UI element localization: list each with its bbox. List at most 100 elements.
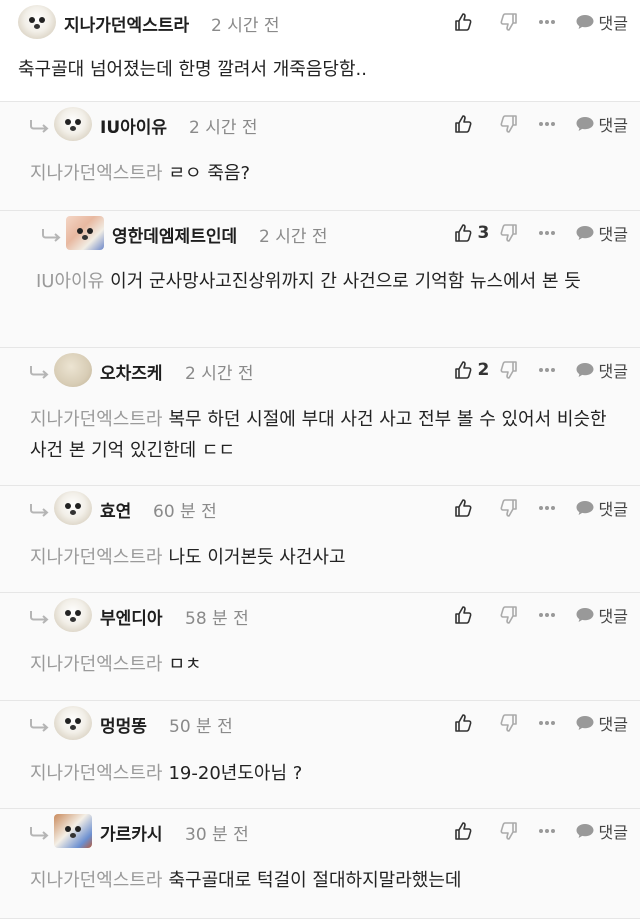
author-name[interactable]: 효연 bbox=[100, 497, 131, 522]
thumbs-down-icon bbox=[499, 498, 519, 518]
reply-label: 댓글 bbox=[598, 116, 628, 135]
avatar[interactable] bbox=[66, 216, 104, 250]
timestamp: 2 시간 전 bbox=[259, 227, 328, 247]
more-dots-icon bbox=[537, 719, 557, 727]
avatar[interactable] bbox=[18, 5, 56, 39]
mention-tag[interactable]: 지나가던엑스트라 bbox=[30, 870, 162, 891]
like-button[interactable] bbox=[453, 114, 499, 134]
comment-item: 멍멍똥 50 분 전 댓글 지나가던엑스트라 19-20년도아님 ? bbox=[0, 701, 640, 809]
reply-button[interactable]: 댓글 bbox=[575, 819, 628, 843]
thumbs-down-icon bbox=[499, 360, 519, 380]
comment-text: 축구골대로 턱걸이 절대하지말라했는데 bbox=[168, 870, 462, 891]
mention-tag[interactable]: 지나가던엑스트라 bbox=[30, 163, 162, 184]
more-button[interactable] bbox=[537, 366, 575, 374]
avatar[interactable] bbox=[54, 353, 92, 387]
more-button[interactable] bbox=[537, 18, 575, 26]
more-dots-icon bbox=[537, 120, 557, 128]
avatar[interactable] bbox=[54, 814, 92, 848]
thumbs-down-icon bbox=[499, 713, 519, 733]
reply-button[interactable]: 댓글 bbox=[575, 496, 628, 520]
comment-header: 효연 60 분 전 댓글 bbox=[0, 486, 640, 530]
like-button[interactable]: 2 bbox=[453, 360, 499, 380]
comment-actions: 댓글 bbox=[453, 701, 628, 745]
reply-button[interactable]: 댓글 bbox=[575, 711, 628, 735]
reply-arrow-icon bbox=[28, 610, 50, 624]
more-dots-icon bbox=[537, 229, 557, 237]
more-button[interactable] bbox=[537, 229, 575, 237]
comment-header: IU아이유 2 시간 전 댓글 bbox=[0, 102, 640, 146]
comment-actions: 2 댓글 bbox=[453, 348, 628, 392]
comment-body: 지나가던엑스트라 축구골대로 턱걸이 절대하지말라했는데 bbox=[30, 865, 604, 896]
like-button[interactable]: 3 bbox=[453, 223, 499, 243]
speech-bubble-icon bbox=[575, 115, 595, 133]
like-button[interactable] bbox=[453, 605, 499, 625]
like-button[interactable] bbox=[453, 713, 499, 733]
more-button[interactable] bbox=[537, 611, 575, 619]
thumbs-up-icon bbox=[453, 12, 473, 32]
reply-label: 댓글 bbox=[598, 225, 628, 244]
thumbs-down-icon bbox=[499, 114, 519, 134]
author-name[interactable]: 부엔디아 bbox=[100, 604, 163, 629]
author-name[interactable]: 영한데엠제트인데 bbox=[112, 222, 237, 247]
comment-item: 효연 60 분 전 댓글 지나가던엑스트라 나도 이거본듯 사건사고 bbox=[0, 486, 640, 593]
more-dots-icon bbox=[537, 18, 557, 26]
mention-tag[interactable]: IU아이유 bbox=[36, 271, 104, 292]
reply-button[interactable]: 댓글 bbox=[575, 10, 628, 34]
thumbs-down-icon bbox=[499, 223, 519, 243]
mention-tag[interactable]: 지나가던엑스트라 bbox=[30, 763, 162, 784]
like-count: 3 bbox=[477, 223, 490, 243]
dislike-button[interactable] bbox=[499, 605, 537, 625]
avatar[interactable] bbox=[54, 706, 92, 740]
comment-item: 가르카시 30 분 전 댓글 지나가던엑스트라 축구골대로 턱걸이 절대하지말라… bbox=[0, 809, 640, 919]
more-button[interactable] bbox=[537, 827, 575, 835]
more-button[interactable] bbox=[537, 719, 575, 727]
author-name[interactable]: 가르카시 bbox=[100, 820, 163, 845]
thumbs-up-icon bbox=[453, 498, 473, 518]
speech-bubble-icon bbox=[575, 606, 595, 624]
comment-body: 지나가던엑스트라 19-20년도아님 ? bbox=[30, 758, 604, 789]
reply-button[interactable]: 댓글 bbox=[575, 221, 628, 245]
comment-body: 지나가던엑스트라 나도 이거본듯 사건사고 bbox=[30, 542, 604, 573]
author-name[interactable]: 지나가던엑스트라 bbox=[64, 11, 189, 36]
like-button[interactable] bbox=[453, 498, 499, 518]
avatar[interactable] bbox=[54, 107, 92, 141]
mention-tag[interactable]: 지나가던엑스트라 bbox=[30, 547, 162, 568]
comment-item: 오차즈케 2 시간 전 2 댓글 지나가던엑스트라 복무 하던 시절에 부대 사… bbox=[0, 348, 640, 486]
mention-tag[interactable]: 지나가던엑스트라 bbox=[30, 654, 162, 675]
dislike-button[interactable] bbox=[499, 713, 537, 733]
reply-arrow-icon bbox=[28, 718, 50, 732]
reply-button[interactable]: 댓글 bbox=[575, 112, 628, 136]
dislike-button[interactable] bbox=[499, 114, 537, 134]
comment-header: 부엔디아 58 분 전 댓글 bbox=[0, 593, 640, 637]
dislike-button[interactable] bbox=[499, 821, 537, 841]
reply-label: 댓글 bbox=[598, 607, 628, 626]
thumbs-up-icon bbox=[453, 821, 473, 841]
comment-actions: 댓글 bbox=[453, 809, 628, 853]
dislike-button[interactable] bbox=[499, 360, 537, 380]
more-button[interactable] bbox=[537, 120, 575, 128]
more-dots-icon bbox=[537, 504, 557, 512]
author-name[interactable]: IU아이유 bbox=[100, 113, 167, 138]
like-button[interactable] bbox=[453, 821, 499, 841]
dislike-button[interactable] bbox=[499, 223, 537, 243]
timestamp: 30 분 전 bbox=[185, 825, 249, 845]
avatar[interactable] bbox=[54, 491, 92, 525]
comment-body: 지나가던엑스트라 ㅁㅊ bbox=[30, 649, 604, 680]
comment-item: 영한데엠제트인데 2 시간 전 3 댓글 IU아이유 이거 군사망사고진상위까지… bbox=[0, 211, 640, 348]
comment-actions: 댓글 bbox=[453, 0, 628, 44]
dislike-button[interactable] bbox=[499, 12, 537, 32]
reply-button[interactable]: 댓글 bbox=[575, 358, 628, 382]
dislike-button[interactable] bbox=[499, 498, 537, 518]
thumbs-up-icon bbox=[453, 605, 473, 625]
thumbs-up-icon bbox=[453, 360, 473, 380]
more-dots-icon bbox=[537, 611, 557, 619]
avatar[interactable] bbox=[54, 598, 92, 632]
like-button[interactable] bbox=[453, 12, 499, 32]
timestamp: 2 시간 전 bbox=[211, 16, 280, 36]
author-name[interactable]: 오차즈케 bbox=[100, 359, 163, 384]
mention-tag[interactable]: 지나가던엑스트라 bbox=[30, 409, 162, 430]
reply-button[interactable]: 댓글 bbox=[575, 603, 628, 627]
more-button[interactable] bbox=[537, 504, 575, 512]
speech-bubble-icon bbox=[575, 224, 595, 242]
author-name[interactable]: 멍멍똥 bbox=[100, 712, 147, 737]
